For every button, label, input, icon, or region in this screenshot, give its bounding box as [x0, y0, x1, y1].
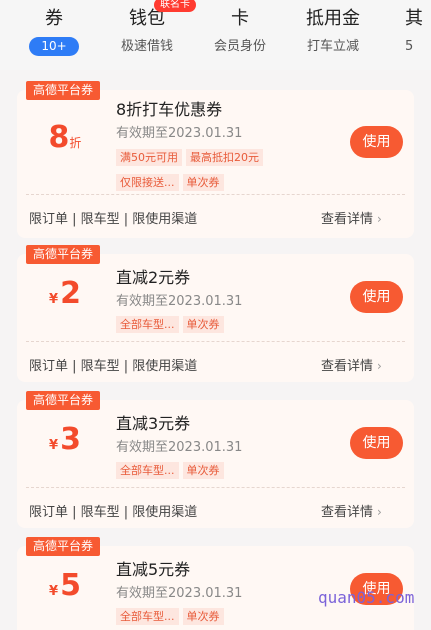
coupon-discount-value: 2	[60, 276, 81, 311]
coupon-restrictions: 限订单 | 限车型 | 限使用渠道	[29, 359, 198, 374]
coupon-conditions: 全部车型... 单次券	[116, 313, 228, 338]
coupon-source-tag: 高德平台券	[26, 537, 101, 556]
condition-chip: 单次券	[182, 316, 224, 333]
coupon-title: 直减5元券	[116, 560, 191, 579]
view-details-link[interactable]: 查看详情 ›	[321, 501, 382, 520]
tab-cards[interactable]: 卡 会员身份	[210, 0, 270, 56]
condition-chip: 全部车型...	[116, 608, 179, 625]
tab-count-pill: 10+	[29, 37, 79, 56]
coupon-amount: ¥3	[17, 422, 113, 457]
condition-chip: 满50元可用	[116, 149, 182, 166]
use-coupon-button[interactable]: 使用	[350, 427, 403, 459]
tab-sub-label: 5	[405, 39, 414, 54]
coupon-list[interactable]: 高德平台券 8折 8折打车优惠券 有效期至2023.01.31 满50元可用 最高…	[0, 70, 431, 630]
tab-sub-label: 极速借钱	[120, 39, 173, 54]
coupon-source-tag: 高德平台券	[26, 81, 101, 100]
dashed-divider	[26, 341, 405, 342]
tab-more[interactable]: 其 5	[405, 0, 431, 56]
coupon-card[interactable]: 高德平台券 ¥2 直减2元券 有效期至2023.01.31 全部车型... 单次券…	[17, 245, 414, 382]
chevron-right-icon: ›	[377, 212, 382, 226]
coupon-card[interactable]: 高德平台券 8折 8折打车优惠券 有效期至2023.01.31 满50元可用 最高…	[17, 81, 414, 238]
condition-chip: 单次券	[182, 462, 224, 479]
tab-label: 其	[405, 8, 423, 29]
view-details-label: 查看详情	[321, 212, 374, 227]
condition-chip: 全部车型...	[116, 462, 179, 479]
coupon-restrictions: 限订单 | 限车型 | 限使用渠道	[29, 212, 198, 227]
dashed-divider	[26, 194, 405, 195]
coupon-amount: 8折	[17, 120, 113, 155]
coupon-conditions: 满50元可用 最高抵扣20元 仅限接送... 单次券	[116, 146, 267, 196]
coupon-validity: 有效期至2023.01.31	[116, 586, 243, 601]
coupon-discount-value: 3	[60, 422, 81, 457]
coupon-title: 8折打车优惠券	[116, 100, 223, 119]
tab-credit[interactable]: 抵用金 打车立减	[303, 0, 363, 56]
coupon-restrictions: 限订单 | 限车型 | 限使用渠道	[29, 505, 198, 520]
use-coupon-button[interactable]: 使用	[350, 126, 403, 158]
coupon-conditions: 全部车型... 单次券	[116, 459, 228, 484]
tab-label: 抵用金	[306, 8, 360, 29]
condition-chip: 全部车型...	[116, 316, 179, 333]
currency-symbol: ¥	[49, 292, 59, 307]
tab-sub-label: 打车立减	[306, 39, 359, 54]
tab-coupons[interactable]: 券 10+	[28, 0, 80, 56]
tab-label: 券	[45, 8, 63, 29]
view-details-label: 查看详情	[321, 359, 374, 374]
coupon-source-tag: 高德平台券	[26, 391, 101, 410]
coupon-validity: 有效期至2023.01.31	[116, 440, 243, 455]
coupon-discount-value: 8	[48, 120, 70, 155]
coupon-validity: 有效期至2023.01.31	[116, 126, 243, 141]
coupon-title: 直减3元券	[116, 414, 191, 433]
coupon-validity: 有效期至2023.01.31	[116, 294, 243, 309]
tab-label: 卡	[231, 8, 249, 29]
coupon-source-tag: 高德平台券	[26, 245, 101, 264]
condition-chip: 仅限接送...	[116, 174, 179, 191]
use-coupon-button[interactable]: 使用	[350, 281, 403, 313]
chevron-right-icon: ›	[377, 505, 382, 519]
coupon-conditions: 全部车型... 单次券	[116, 605, 228, 630]
view-details-label: 查看详情	[321, 505, 374, 520]
currency-symbol: ¥	[49, 584, 59, 599]
coupon-amount: ¥2	[17, 276, 113, 311]
coupon-title: 直减2元券	[116, 268, 191, 287]
condition-chip: 单次券	[182, 174, 224, 191]
site-watermark: quan05.com	[318, 588, 415, 607]
view-details-link[interactable]: 查看详情 ›	[321, 355, 382, 374]
coupon-card[interactable]: 高德平台券 ¥3 直减3元券 有效期至2023.01.31 全部车型... 单次券…	[17, 391, 414, 528]
top-tab-bar: 券 10+ 钱包 极速借钱 联名卡 卡 会员身份 抵用金 打车立减 其 5	[0, 0, 431, 70]
tab-sub-label: 会员身份	[213, 39, 266, 54]
cobrand-card-badge: 联名卡	[154, 0, 196, 12]
dashed-divider	[26, 487, 405, 488]
coupon-amount: ¥5	[17, 568, 113, 603]
condition-chip: 最高抵扣20元	[186, 149, 263, 166]
condition-chip: 单次券	[182, 608, 224, 625]
coupon-discount-unit: 折	[69, 136, 82, 150]
view-details-link[interactable]: 查看详情 ›	[321, 208, 382, 227]
chevron-right-icon: ›	[377, 359, 382, 373]
coupon-discount-value: 5	[60, 568, 81, 603]
currency-symbol: ¥	[49, 438, 59, 453]
